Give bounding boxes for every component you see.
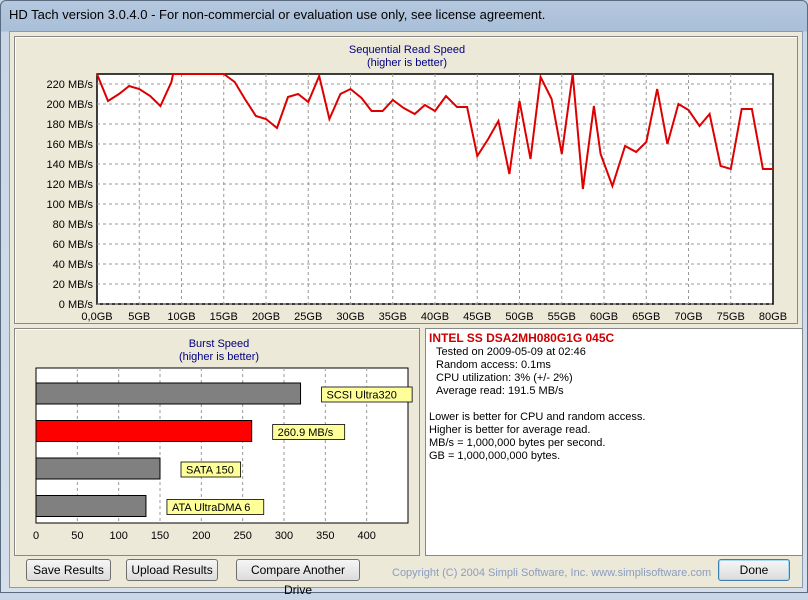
y-tick-label: 180 MB/s — [47, 119, 94, 131]
burst-x-tick-label: 100 — [109, 530, 127, 542]
random-access-text: Random access: 0.1ms — [436, 359, 551, 371]
burst-bar — [35, 495, 147, 517]
cpu-utilization-text: CPU utilization: 3% (+/- 2%) — [436, 372, 573, 384]
burst-x-tick-label: 250 — [233, 530, 251, 542]
burst-x-tick-label: 200 — [192, 530, 210, 542]
device-name: INTEL SS DSA2MH080G1G 045C — [429, 331, 615, 345]
burst-x-tick-label: 50 — [71, 530, 83, 542]
x-tick-label: 75GB — [717, 311, 745, 323]
sequential-chart-title: Sequential Read Speed — [349, 44, 465, 56]
app-window: HD Tach version 3.0.4.0 - For non-commer… — [0, 0, 808, 597]
burst-chart-title: Burst Speed — [189, 338, 250, 350]
x-tick-label: 60GB — [590, 311, 618, 323]
burst-x-tick-label: 400 — [357, 530, 375, 542]
copyright-text: Copyright (C) 2004 Simpli Software, Inc.… — [392, 567, 712, 579]
results-info-panel: INTEL SS DSA2MH080G1G 045C Tested on 200… — [425, 328, 803, 556]
note-line: GB = 1,000,000,000 bytes. — [429, 450, 561, 462]
note-line: Lower is better for CPU and random acces… — [429, 411, 646, 423]
tested-on-text: Tested on 2009-05-09 at 02:46 — [436, 346, 586, 358]
y-tick-label: 120 MB/s — [47, 179, 94, 191]
x-tick-label: 70GB — [674, 311, 702, 323]
window-title: HD Tach version 3.0.4.0 - For non-commer… — [9, 7, 546, 22]
burst-x-tick-label: 300 — [275, 530, 293, 542]
y-tick-label: 60 MB/s — [53, 239, 94, 251]
y-tick-label: 140 MB/s — [47, 159, 94, 171]
y-tick-label: 100 MB/s — [47, 199, 94, 211]
burst-bar — [35, 457, 161, 480]
burst-bar-label: 260.9 MB/s — [278, 427, 334, 439]
y-tick-label: 20 MB/s — [53, 279, 94, 291]
note-line: Higher is better for average read. — [429, 424, 591, 436]
burst-bar — [35, 382, 302, 405]
burst-speed-chart: Burst Speed (higher is better) SCSI Ultr… — [33, 338, 413, 542]
sequential-chart-subtitle: (higher is better) — [367, 57, 447, 69]
upload-results-button[interactable]: Upload Results — [126, 559, 218, 581]
x-tick-label: 40GB — [421, 311, 449, 323]
burst-bar-label: ATA UltraDMA 6 — [172, 502, 250, 514]
y-tick-label: 40 MB/s — [53, 259, 94, 271]
x-tick-label: 50GB — [505, 311, 533, 323]
x-tick-label: 5GB — [128, 311, 150, 323]
x-tick-label: 15GB — [210, 311, 238, 323]
note-line: MB/s = 1,000,000 bytes per second. — [429, 437, 606, 449]
x-tick-label: 10GB — [167, 311, 195, 323]
y-tick-label: 80 MB/s — [53, 219, 94, 231]
x-tick-label: 55GB — [548, 311, 576, 323]
y-tick-label: 200 MB/s — [47, 99, 94, 111]
burst-bar-label: SCSI Ultra320 — [327, 390, 397, 402]
title-bar[interactable]: HD Tach version 3.0.4.0 - For non-commer… — [1, 1, 807, 31]
y-tick-label: 160 MB/s — [47, 139, 94, 151]
x-tick-label: 65GB — [632, 311, 660, 323]
burst-chart-subtitle: (higher is better) — [179, 351, 259, 363]
save-results-button[interactable]: Save Results — [26, 559, 111, 581]
x-tick-label: 80GB — [759, 311, 787, 323]
x-tick-label: 20GB — [252, 311, 280, 323]
burst-chart-panel: Burst Speed (higher is better) SCSI Ultr… — [14, 328, 420, 556]
compare-another-drive-button[interactable]: Compare Another Drive — [236, 559, 360, 597]
x-tick-label: 25GB — [294, 311, 322, 323]
sequential-chart-panel: Sequential Read Speed (higher is better)… — [14, 36, 798, 324]
burst-x-tick-label: 150 — [151, 530, 169, 542]
burst-x-tick-label: 0 — [33, 530, 39, 542]
done-button[interactable]: Done — [718, 559, 790, 581]
average-read-text: Average read: 191.5 MB/s — [436, 385, 564, 397]
burst-bar-label: SATA 150 — [186, 465, 234, 477]
burst-x-tick-label: 350 — [316, 530, 334, 542]
sequential-read-chart: Sequential Read Speed (higher is better)… — [47, 44, 788, 323]
client-area: Sequential Read Speed (higher is better)… — [9, 31, 803, 597]
y-tick-label: 220 MB/s — [47, 79, 94, 91]
x-tick-label: 45GB — [463, 311, 491, 323]
x-tick-label: 0,0GB — [81, 311, 112, 323]
burst-bar — [35, 420, 253, 442]
y-tick-label: 0 MB/s — [59, 299, 94, 311]
x-tick-label: 35GB — [379, 311, 407, 323]
x-tick-label: 30GB — [336, 311, 364, 323]
